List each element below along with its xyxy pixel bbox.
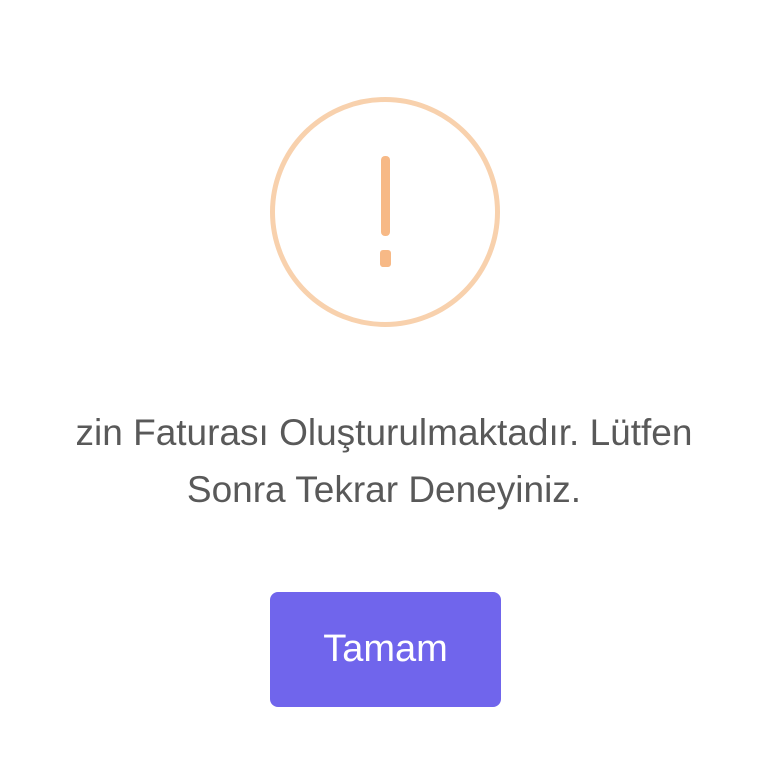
ok-button[interactable]: Tamam	[270, 592, 501, 707]
dialog-message-line-1: zin Faturası Oluşturulmaktadır. Lütfen	[75, 412, 693, 453]
dialog-message-line-2: Sonra Tekrar Deneyiniz.	[186, 469, 582, 510]
exclamation-mark-icon	[275, 102, 495, 322]
warning-icon	[270, 97, 500, 327]
dialog-message: zin Faturası Oluşturulmaktadır. Lütfen S…	[0, 404, 768, 518]
alert-dialog: zin Faturası Oluşturulmaktadır. Lütfen S…	[0, 0, 768, 768]
